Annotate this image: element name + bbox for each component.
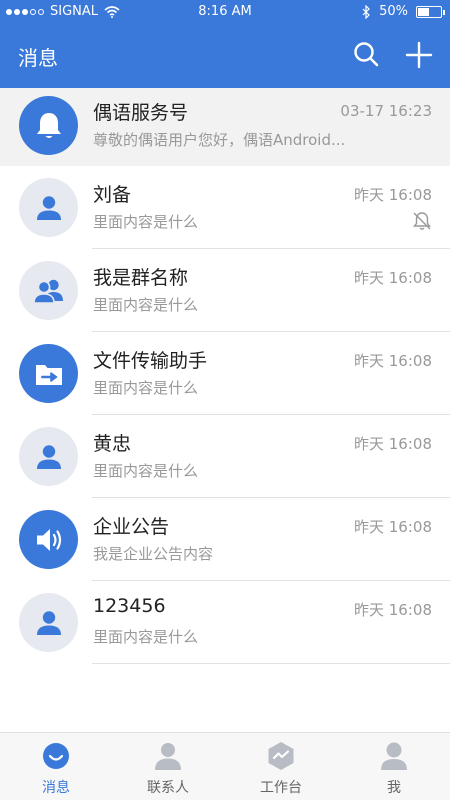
conversation-time: 昨天 16:08 [354, 352, 432, 370]
battery-icon [416, 5, 445, 18]
status-right: 50% [362, 4, 445, 19]
top-bar: SIGNAL 8:16 AM 50% 消息 [0, 0, 450, 88]
conversation-preview: 里面内容是什么 [93, 628, 199, 646]
profile-icon [381, 742, 407, 770]
conversation-preview: 里面内容是什么 [93, 462, 199, 480]
conversation-time: 昨天 16:08 [354, 186, 432, 204]
folder-transfer-icon [19, 344, 78, 403]
conversation-name: 我是群名称 [93, 267, 189, 289]
conversation-row-service[interactable]: 偶语服务号 尊敬的偶语用户您好，偶语Android... 03-17 16:23 [0, 88, 450, 166]
tab-messages[interactable]: 消息 [0, 733, 112, 800]
tab-profile[interactable]: 我 [338, 733, 450, 800]
tab-label: 联系人 [147, 780, 189, 796]
user-icon [19, 178, 78, 237]
conversation-preview: 尊敬的偶语用户您好，偶语Android... [93, 131, 346, 149]
bell-icon [19, 96, 78, 155]
user-icon [19, 593, 78, 652]
conversation-row-huangzhong[interactable]: 黄忠 里面内容是什么 昨天 16:08 [0, 415, 450, 498]
status-bar: SIGNAL 8:16 AM 50% [0, 0, 450, 24]
battery-level [418, 7, 429, 16]
conversation-time: 昨天 16:08 [354, 601, 432, 619]
conversation-row-group[interactable]: 我是群名称 里面内容是什么 昨天 16:08 [0, 249, 450, 332]
conversation-time: 03-17 16:23 [340, 102, 432, 120]
conversation-name: 文件传输助手 [93, 350, 208, 372]
tab-workbench[interactable]: 工作台 [225, 733, 337, 800]
conversation-preview: 里面内容是什么 [93, 379, 199, 397]
conversation-time: 昨天 16:08 [354, 269, 432, 287]
conversation-name: 偶语服务号 [93, 102, 189, 124]
nav-bar: 消息 [0, 24, 450, 88]
tab-label: 我 [387, 780, 401, 796]
conversation-row-file-transfer[interactable]: 文件传输助手 里面内容是什么 昨天 16:08 [0, 332, 450, 415]
user-icon [19, 427, 78, 486]
group-icon [19, 261, 78, 320]
conversation-time: 昨天 16:08 [354, 435, 432, 453]
conversation-list: 偶语服务号 尊敬的偶语用户您好，偶语Android... 03-17 16:23… [0, 88, 450, 664]
plus-icon[interactable] [404, 40, 434, 70]
conversation-preview: 里面内容是什么 [93, 213, 199, 231]
page-title: 消息 [18, 46, 58, 70]
conversation-preview: 我是企业公告内容 [93, 545, 214, 563]
conversation-row-announcement[interactable]: 企业公告 我是企业公告内容 昨天 16:08 [0, 498, 450, 581]
conversation-preview: 里面内容是什么 [93, 296, 199, 314]
row-divider [92, 663, 450, 664]
battery-percent: 50% [379, 4, 408, 19]
tab-label: 消息 [42, 780, 70, 796]
mute-bell-icon [413, 212, 431, 230]
conversation-row-123456[interactable]: 123456 里面内容是什么 昨天 16:08 [0, 581, 450, 664]
conversation-row-liubei[interactable]: 刘备 里面内容是什么 昨天 16:08 [0, 166, 450, 249]
speaker-icon [19, 510, 78, 569]
conversation-name: 企业公告 [93, 516, 170, 538]
conversation-name: 黄忠 [93, 433, 132, 455]
workbench-icon [268, 742, 294, 770]
tab-label: 工作台 [260, 780, 302, 796]
conversation-time: 昨天 16:08 [354, 518, 432, 536]
bottom-tab-bar: 消息 联系人 工作台 我 [0, 732, 450, 800]
message-icon [43, 743, 69, 769]
bluetooth-icon [362, 4, 370, 19]
tab-contacts[interactable]: 联系人 [112, 733, 224, 800]
contacts-icon [155, 743, 181, 770]
conversation-name: 刘备 [93, 184, 132, 206]
conversation-name: 123456 [93, 595, 166, 617]
search-icon[interactable] [352, 40, 380, 68]
